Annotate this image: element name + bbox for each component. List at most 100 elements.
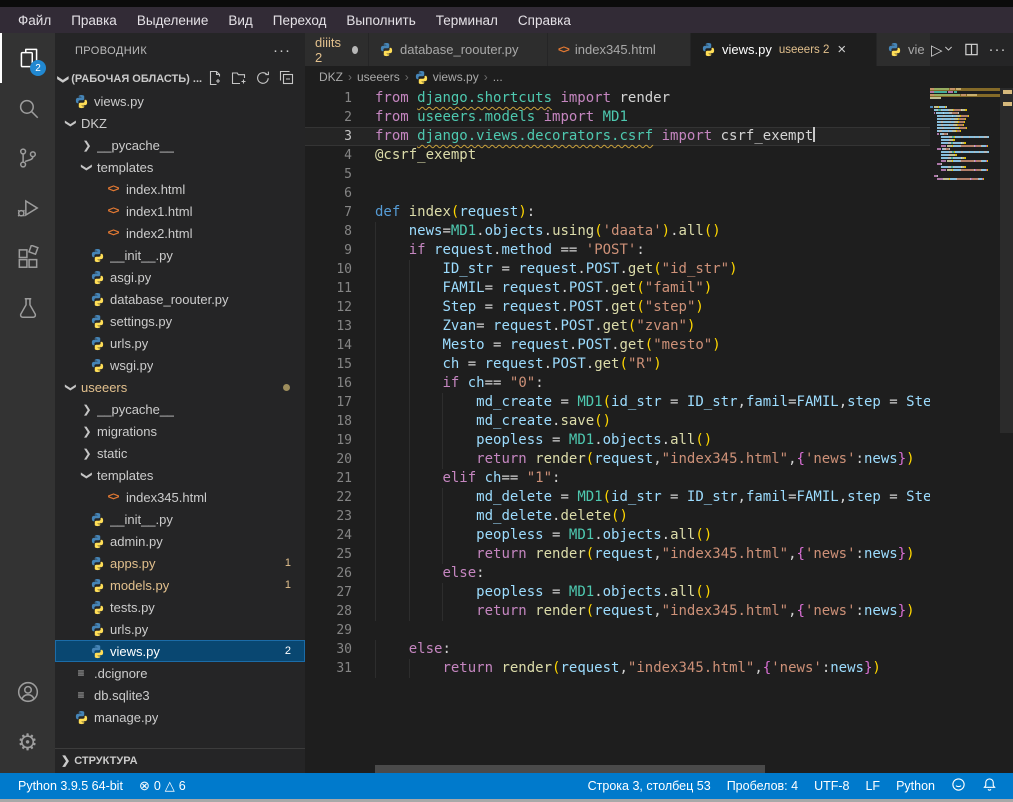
code-line-28[interactable]: 28 return render(request,"index345.html"… (305, 602, 930, 621)
tab-index345-html[interactable]: <>index345.html (548, 33, 690, 66)
settings-icon[interactable]: ⚙ (0, 717, 55, 767)
split-editor-button[interactable] (964, 42, 979, 57)
status-python-version[interactable]: Python 3.9.5 64-bit (10, 778, 131, 794)
status-feedback[interactable] (943, 777, 974, 795)
tree-file-database-roouter-py[interactable]: database_roouter.py (55, 288, 305, 310)
code-line-14[interactable]: 14 Mesto = request.POST.get("mesto") (305, 336, 930, 355)
code-line-26[interactable]: 26 else: (305, 564, 930, 583)
code-line-13[interactable]: 13 Zvan= request.POST.get("zvan") (305, 317, 930, 336)
code-line-21[interactable]: 21 elif ch== "1": (305, 469, 930, 488)
outline-section-header[interactable]: ❯ СТРУКТУРА (55, 748, 305, 772)
tree-folder-migrations[interactable]: ❯migrations (55, 420, 305, 442)
tree-folder-useeers[interactable]: ❯useeers (55, 376, 305, 398)
tree-file--init-py[interactable]: __init__.py (55, 508, 305, 530)
breadcrumb-item-2[interactable]: useeers (357, 70, 400, 84)
menu-item-2[interactable]: Правка (61, 7, 127, 33)
refresh-icon[interactable] (255, 70, 271, 89)
tree-file--dcignore[interactable]: ≡.dcignore (55, 662, 305, 684)
code-editor[interactable]: 1from django.shortcuts import render2fro… (305, 88, 1013, 773)
tree-file-index345-html[interactable]: <>index345.html (55, 486, 305, 508)
tree-file-urls-py[interactable]: urls.py (55, 618, 305, 640)
tree-file-views-py[interactable]: views.py (55, 90, 305, 112)
status-indentation[interactable]: Пробелов: 4 (719, 777, 806, 795)
horizontal-scrollbar-thumb[interactable] (375, 765, 765, 773)
new-folder-icon[interactable] (231, 70, 247, 89)
tree-file-index-html[interactable]: <>index.html (55, 178, 305, 200)
code-line-16[interactable]: 16 if ch== "0": (305, 374, 930, 393)
tree-folder--pycache-[interactable]: ❯__pycache__ (55, 398, 305, 420)
tree-file-index2-html[interactable]: <>index2.html (55, 222, 305, 244)
tree-file-views-py[interactable]: views.py2 (55, 640, 305, 662)
vertical-scrollbar[interactable] (1000, 88, 1013, 773)
breadcrumb-item-4[interactable]: ... (493, 70, 503, 84)
workspace-section-header[interactable]: ❯ (РАБОЧАЯ ОБЛАСТЬ) ... (55, 68, 305, 90)
code-line-15[interactable]: 15 ch = request.POST.get("R") (305, 355, 930, 374)
tree-file-admin-py[interactable]: admin.py (55, 530, 305, 552)
tree-file-settings-py[interactable]: settings.py (55, 310, 305, 332)
code-line-4[interactable]: 4@csrf_exempt (305, 146, 930, 165)
explorer-icon[interactable]: 2 (0, 33, 55, 83)
tree-folder-static[interactable]: ❯static (55, 442, 305, 464)
code-line-8[interactable]: 8 news=MD1.objects.using('daata').all() (305, 222, 930, 241)
testing-icon[interactable] (0, 283, 55, 333)
code-line-17[interactable]: 17 md_create = MD1(id_str = ID_str,famil… (305, 393, 930, 412)
status-language-mode[interactable]: Python (888, 777, 943, 795)
code-line-1[interactable]: 1from django.shortcuts import render (305, 89, 930, 108)
tab-database-roouter-py[interactable]: database_roouter.py (369, 33, 547, 66)
tab-vie[interactable]: vie (877, 33, 930, 66)
run-python-file-button[interactable]: ▷ (931, 41, 954, 59)
status-problems[interactable]: ⊗0△6 (131, 778, 194, 794)
status-notifications[interactable] (974, 777, 1005, 795)
views-and-more-actions-button[interactable]: ··· (273, 42, 291, 59)
tree-folder-templates[interactable]: ❯templates (55, 156, 305, 178)
tree-folder-dkz[interactable]: ❯DKZ (55, 112, 305, 134)
breadcrumb-item-3[interactable]: views.py (414, 70, 479, 85)
code-line-12[interactable]: 12 Step = request.POST.get("step") (305, 298, 930, 317)
code-line-2[interactable]: 2from useeers.models import MD1 (305, 108, 930, 127)
menu-item-1[interactable]: Файл (8, 7, 61, 33)
menu-item-3[interactable]: Выделение (127, 7, 219, 33)
tree-file-index1-html[interactable]: <>index1.html (55, 200, 305, 222)
tab-views-py[interactable]: views.pyuseeers 2× (691, 33, 876, 66)
tree-file-models-py[interactable]: models.py1 (55, 574, 305, 596)
run-and-debug-icon[interactable] (0, 183, 55, 233)
code-line-22[interactable]: 22 md_delete = MD1(id_str = ID_str,famil… (305, 488, 930, 507)
more-actions-button[interactable]: ··· (989, 41, 1007, 58)
tree-file--init-py[interactable]: __init__.py (55, 244, 305, 266)
code-line-20[interactable]: 20 return render(request,"index345.html"… (305, 450, 930, 469)
tree-file-wsgi-py[interactable]: wsgi.py (55, 354, 305, 376)
code-line-25[interactable]: 25 return render(request,"index345.html"… (305, 545, 930, 564)
tree-file-urls-py[interactable]: urls.py (55, 332, 305, 354)
minimap[interactable] (930, 88, 1000, 773)
accounts-icon[interactable] (0, 667, 55, 717)
code-line-18[interactable]: 18 md_create.save() (305, 412, 930, 431)
status-eol[interactable]: LF (857, 777, 888, 795)
code-line-31[interactable]: 31 return render(request,"index345.html"… (305, 659, 930, 678)
close-icon[interactable]: × (837, 42, 846, 57)
code-line-10[interactable]: 10 ID_str = request.POST.get("id_str") (305, 260, 930, 279)
code-line-29[interactable]: 29 (305, 621, 930, 640)
code-line-3[interactable]: 3from django.views.decorators.csrf impor… (305, 127, 930, 146)
menu-item-6[interactable]: Выполнить (336, 7, 425, 33)
code-line-30[interactable]: 30 else: (305, 640, 930, 659)
code-line-23[interactable]: 23 md_delete.delete() (305, 507, 930, 526)
code-line-11[interactable]: 11 FAMIL= request.POST.get("famil") (305, 279, 930, 298)
code-line-6[interactable]: 6 (305, 184, 930, 203)
extensions-icon[interactable] (0, 233, 55, 283)
code-line-19[interactable]: 19 peopless = MD1.objects.all() (305, 431, 930, 450)
code-line-24[interactable]: 24 peopless = MD1.objects.all() (305, 526, 930, 545)
tree-file-tests-py[interactable]: tests.py (55, 596, 305, 618)
tree-file-apps-py[interactable]: apps.py1 (55, 552, 305, 574)
collapse-folders-icon[interactable] (279, 70, 295, 89)
breadcrumb-item-1[interactable]: DKZ (319, 70, 343, 84)
tree-file-db-sqlite3[interactable]: ≡db.sqlite3 (55, 684, 305, 706)
tab-diiits-2[interactable]: diiits 2 (305, 33, 368, 66)
menu-item-7[interactable]: Терминал (426, 7, 508, 33)
source-control-icon[interactable] (0, 133, 55, 183)
menu-item-8[interactable]: Справка (508, 7, 581, 33)
tree-folder-templates[interactable]: ❯templates (55, 464, 305, 486)
tree-file-manage-py[interactable]: manage.py (55, 706, 305, 728)
menu-item-5[interactable]: Переход (263, 7, 337, 33)
menu-item-4[interactable]: Вид (218, 7, 262, 33)
code-line-7[interactable]: 7def index(request): (305, 203, 930, 222)
